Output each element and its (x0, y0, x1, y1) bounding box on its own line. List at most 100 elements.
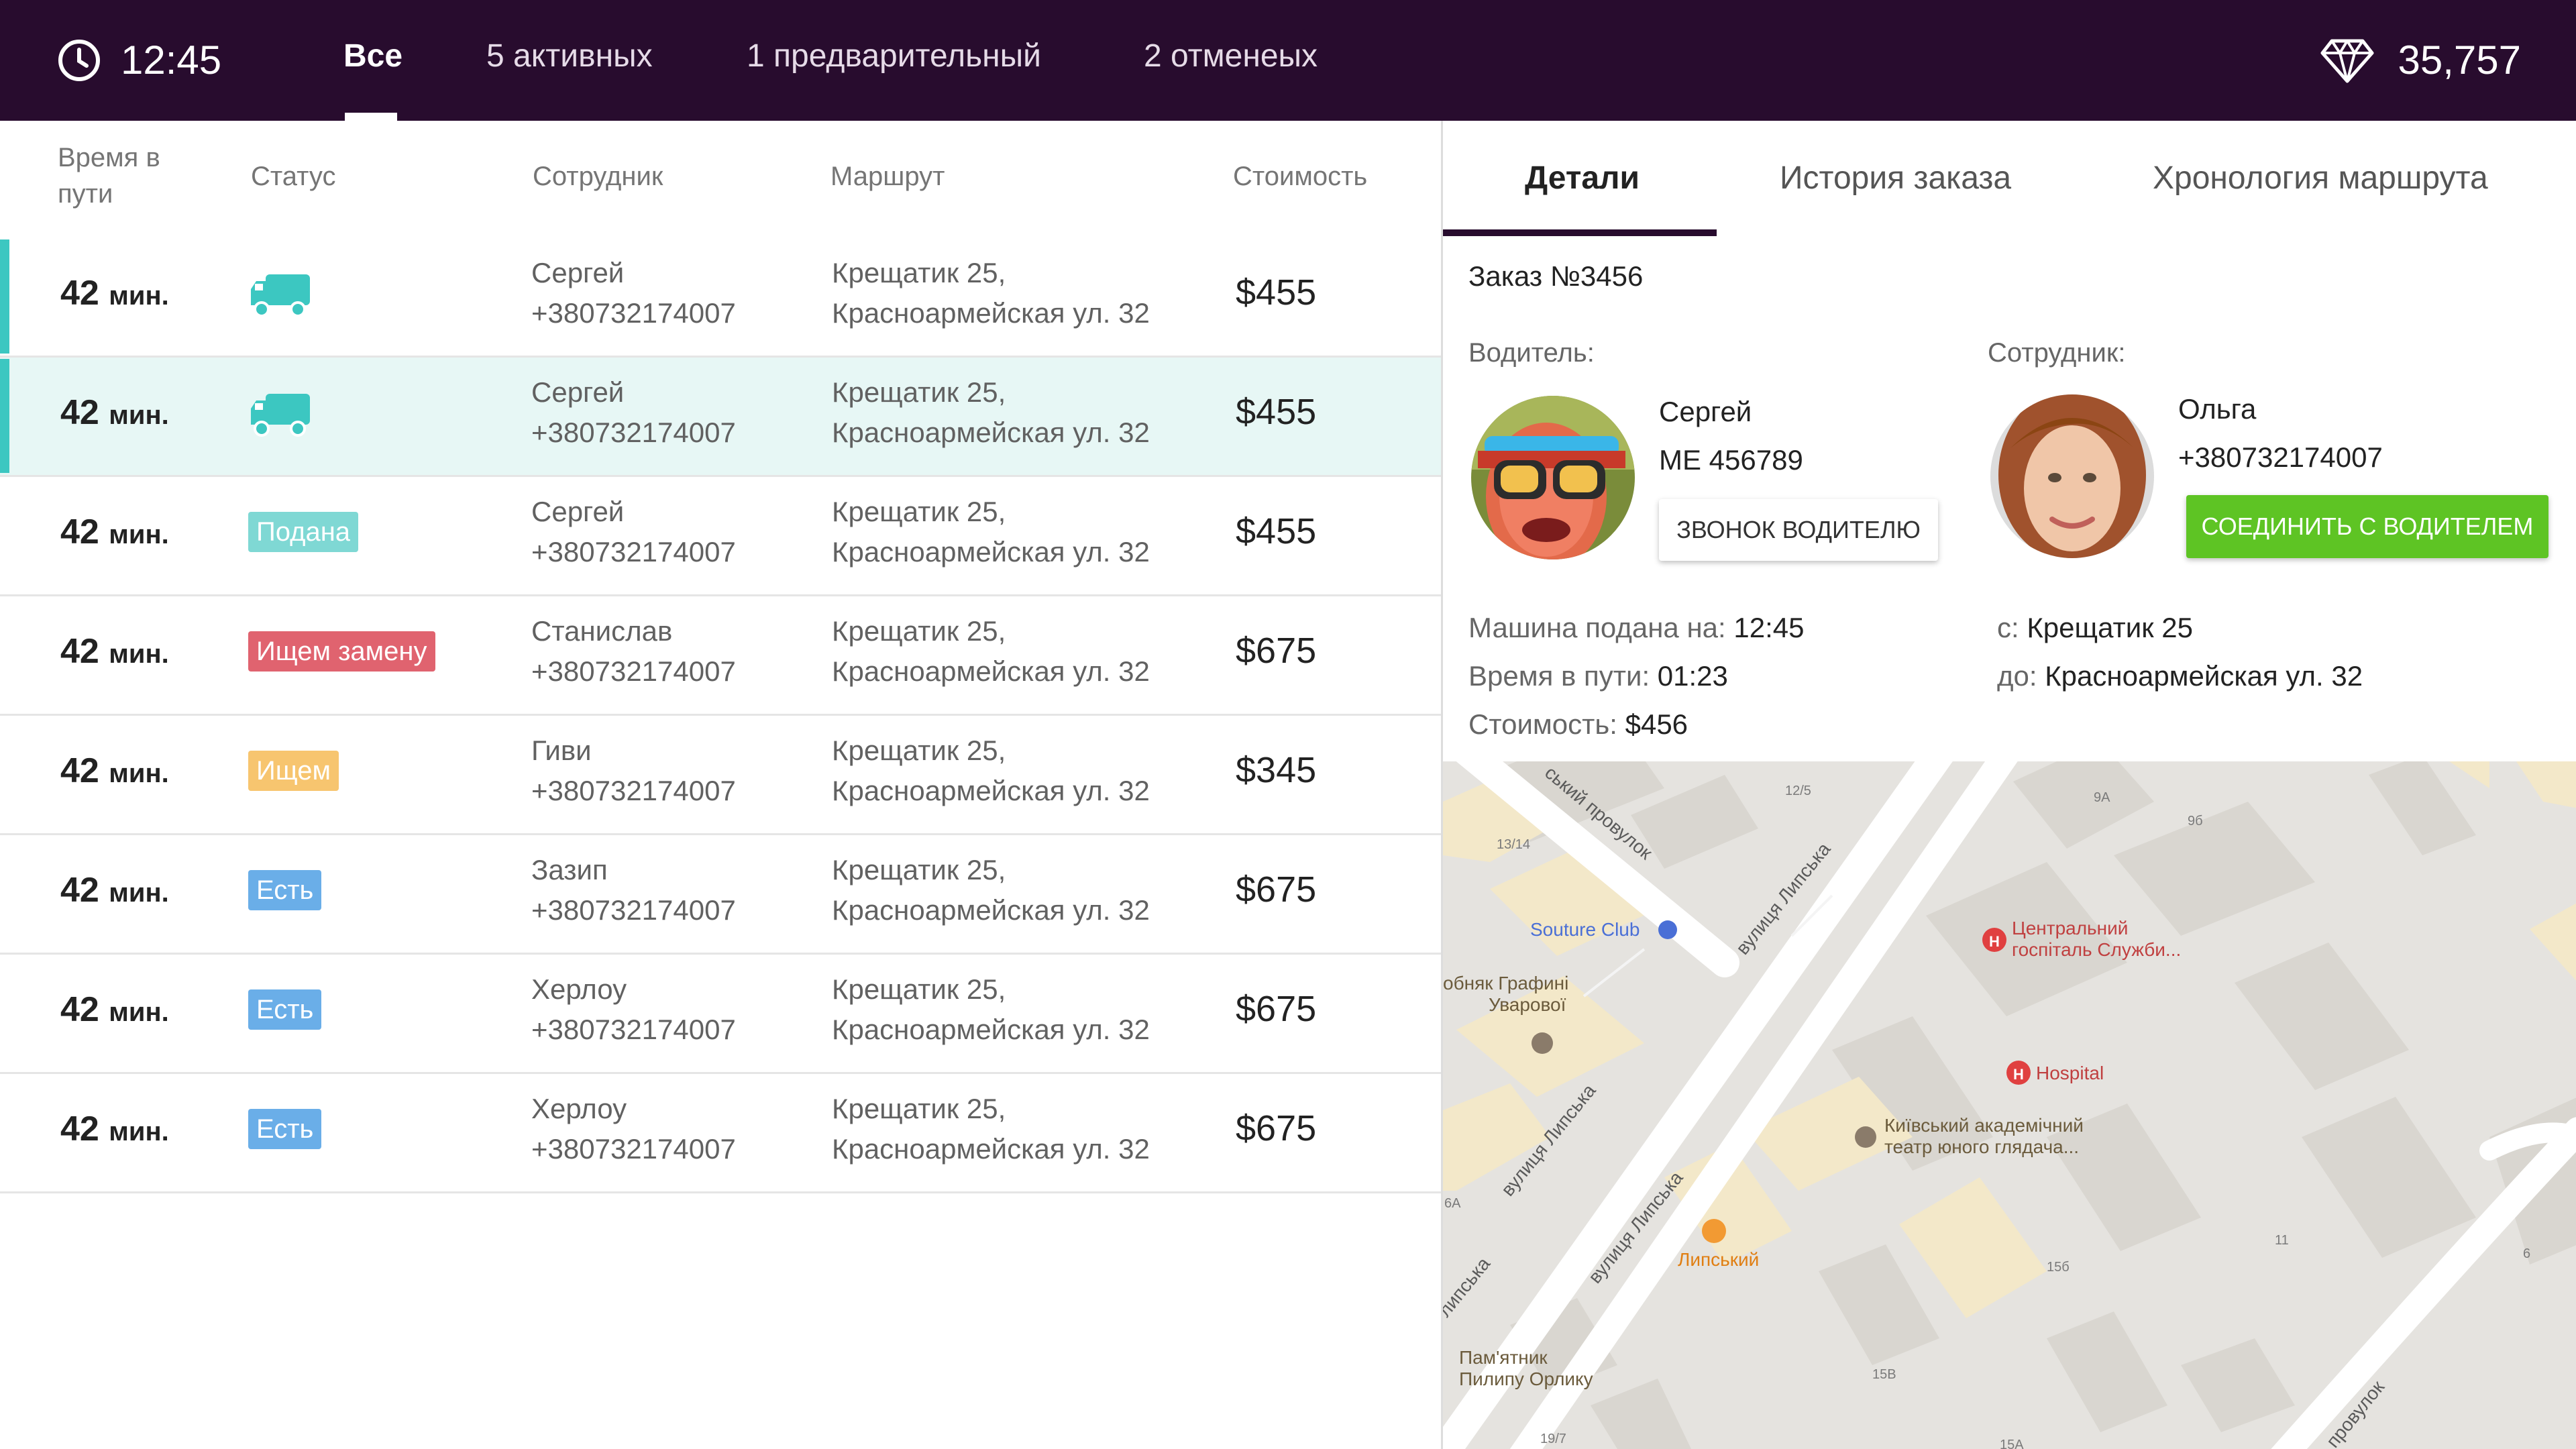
row-route-from: Крещатик 25, (832, 735, 1006, 766)
theatre-pin-icon[interactable] (1855, 1126, 1876, 1148)
map-number-9a: 9А (2094, 790, 2110, 805)
employee-avatar (1990, 394, 2154, 558)
row-staff: Гиви +380732174007 (531, 731, 736, 811)
row-price: $455 (1236, 272, 1317, 313)
tab-details[interactable]: Детали (1525, 160, 1640, 197)
row-route-to: Красноармейская ул. 32 (832, 297, 1150, 329)
tab-order-history[interactable]: История заказа (1780, 160, 2011, 197)
clock-icon (58, 40, 100, 81)
map-poi-monument-1[interactable]: Пам'ятник (1459, 1347, 1548, 1368)
balance-value: 35,757 (2398, 38, 2521, 83)
details-tab-indicator (1443, 229, 1717, 236)
header-time[interactable]: Время в пути (58, 140, 192, 212)
table-row[interactable]: 42 мин. Есть Херлоу +380732174007 Крещатик 2… (0, 1074, 1441, 1193)
tab-all[interactable]: Все (343, 38, 402, 74)
row-travel-time: 42 мин. (60, 751, 169, 791)
current-time: 12:45 (121, 38, 222, 83)
table-row[interactable]: 42 мин. Подана Сергей +380732174007 Крещатик… (0, 477, 1441, 596)
row-time-value: 42 (60, 751, 99, 790)
employee-phone: +380732174007 (2178, 441, 2383, 473)
map-poi-lypskyi[interactable]: Липський (1678, 1249, 1759, 1270)
driver-avatar (1471, 396, 1635, 559)
to-line: до: Красноармейская ул. 32 (1997, 660, 2363, 692)
map-number-15b: 15б (2047, 1260, 2070, 1275)
club-pin-icon[interactable] (1658, 920, 1677, 939)
row-staff-phone[interactable]: +380732174007 (531, 1129, 736, 1169)
map-number-15a: 15А (2000, 1438, 2024, 1449)
row-staff-name: Херлоу (531, 973, 627, 1005)
cost-value: $456 (1625, 708, 1688, 740)
row-time-value: 42 (60, 513, 99, 551)
tab-cancelled[interactable]: 2 отменеых (1144, 38, 1318, 74)
row-staff-name: Сергей (531, 257, 625, 288)
row-status: Есть (248, 1109, 322, 1149)
row-route-from: Крещатик 25, (832, 854, 1006, 885)
map-poi-hospital[interactable]: Hospital (2036, 1063, 2104, 1083)
map-poi-hospital-central-2[interactable]: госпіталь Служби... (2012, 939, 2181, 960)
truck-icon (251, 394, 310, 437)
driver-plate: МЕ 456789 (1659, 444, 1803, 476)
tab-active[interactable]: 5 активных (486, 38, 653, 74)
from-line: с: Крещатик 25 (1997, 612, 2193, 644)
row-route-to: Красноармейская ул. 32 (832, 655, 1150, 687)
row-route-to: Красноармейская ул. 32 (832, 894, 1150, 926)
row-time-unit: мин. (109, 400, 169, 430)
table-row[interactable]: 42 мин. Сергей +380732174007 Крещатик 25, Кр… (0, 238, 1441, 358)
table-row[interactable]: 42 мин. Ищем замену Станислав +380732174007… (0, 596, 1441, 716)
header-price[interactable]: Стоимость (1233, 158, 1367, 195)
row-route: Крещатик 25, Красноармейская ул. 32 (832, 372, 1150, 453)
row-staff-phone[interactable]: +380732174007 (531, 771, 736, 811)
row-staff: Сергей +380732174007 (531, 492, 736, 572)
map-poi-theatre-2[interactable]: театр юного глядача... (1884, 1136, 2079, 1157)
table-row[interactable]: 42 мин. Ищем Гиви +380732174007 Крещатик 25,… (0, 716, 1441, 835)
row-route: Крещатик 25, Красноармейская ул. 32 (832, 1089, 1150, 1169)
row-route-to: Красноармейская ул. 32 (832, 1014, 1150, 1045)
row-time-unit: мин. (109, 520, 169, 549)
table-row[interactable]: 42 мин. Сергей +380732174007 Крещатик 25, Кр… (0, 358, 1441, 477)
map-canvas[interactable]: 12/5 13/14 9А 9б 11 15б 15В 6А 6 19/7 15… (1443, 761, 2576, 1449)
tab-route-timeline[interactable]: Хронология маршрута (2153, 160, 2488, 197)
header-status[interactable]: Статус (251, 158, 335, 195)
connect-driver-button[interactable]: СОЕДИНИТЬ С ВОДИТЕЛЕМ (2186, 495, 2548, 558)
row-staff-name: Зазип (531, 854, 608, 885)
header-staff[interactable]: Сотрудник (533, 158, 663, 195)
museum-pin-icon[interactable] (1532, 1032, 1553, 1054)
map-poi-hospital-central-1[interactable]: Центральний (2012, 918, 2128, 938)
row-staff-name: Херлоу (531, 1093, 627, 1124)
table-row[interactable]: 42 мин. Есть Херлоу +380732174007 Крещатик 2… (0, 955, 1441, 1074)
row-staff-phone[interactable]: +380732174007 (531, 651, 736, 692)
table-row[interactable]: 42 мин. Есть Зазип +380732174007 Крещатик 25… (0, 835, 1441, 955)
row-staff-phone[interactable]: +380732174007 (531, 1010, 736, 1050)
row-staff-phone[interactable]: +380732174007 (531, 293, 736, 333)
row-staff-phone[interactable]: +380732174007 (531, 413, 736, 453)
row-active-marker (0, 239, 9, 354)
car-arrived-label: Машина подана на: (1468, 612, 1726, 643)
row-price: $345 (1236, 750, 1317, 790)
tab-preliminary[interactable]: 1 предварительный (747, 38, 1041, 74)
orders-table: Время в пути Статус Сотрудник Маршрут Ст… (0, 121, 1441, 1449)
row-staff-phone[interactable]: +380732174007 (531, 890, 736, 930)
route-map[interactable]: 12/5 13/14 9А 9б 11 15б 15В 6А 6 19/7 15… (1443, 761, 2576, 1449)
call-driver-button[interactable]: ЗВОНОК ВОДИТЕЛЮ (1659, 499, 1938, 561)
row-route-from: Крещатик 25, (832, 1093, 1006, 1124)
row-status: Ищем (248, 751, 339, 791)
row-route: Крещатик 25, Красноармейская ул. 32 (832, 611, 1150, 692)
map-poi-theatre-1[interactable]: Київський академічний (1884, 1115, 2084, 1136)
row-price: $455 (1236, 511, 1317, 551)
hospital-h: H (2013, 1066, 2024, 1083)
restaurant-pin-icon[interactable] (1702, 1219, 1726, 1243)
header-route[interactable]: Маршрут (830, 158, 945, 195)
map-poi-souture-club[interactable]: Souture Club (1530, 919, 1640, 940)
row-status: Есть (248, 870, 322, 910)
map-poi-grafini-1[interactable]: обняк Графині (1443, 973, 1568, 994)
cost-label: Стоимость: (1468, 708, 1617, 740)
map-poi-grafini-2[interactable]: Уварової (1489, 994, 1566, 1015)
row-staff-name: Станислав (531, 615, 673, 647)
row-status (248, 272, 313, 322)
row-travel-time: 42 мин. (60, 631, 169, 672)
row-route: Крещатик 25, Красноармейская ул. 32 (832, 850, 1150, 930)
status-badge: Ищем замену (248, 631, 435, 672)
row-staff-phone[interactable]: +380732174007 (531, 532, 736, 572)
map-poi-monument-2[interactable]: Пилипу Орлику (1459, 1368, 1593, 1389)
row-route-to: Красноармейская ул. 32 (832, 417, 1150, 448)
